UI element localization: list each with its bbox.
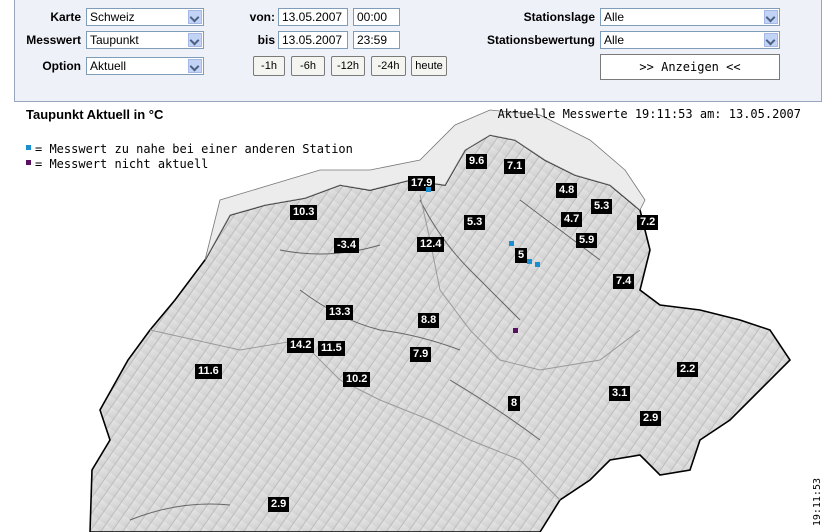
station-value[interactable]: 11.5 — [318, 341, 345, 356]
chevron-down-icon — [764, 33, 778, 47]
messwert-value: Taupunkt — [90, 33, 139, 47]
chevron-down-icon — [188, 10, 202, 24]
station-value[interactable]: 13.3 — [326, 305, 354, 320]
near-marker-icon — [426, 187, 431, 192]
option-value: Aktuell — [90, 59, 127, 73]
side-timestamp: 19:11:53 — [812, 478, 823, 527]
chevron-down-icon — [188, 59, 202, 73]
option-select[interactable]: Aktuell — [86, 57, 204, 75]
messwert-select[interactable]: Taupunkt — [86, 31, 204, 49]
karte-label: Karte — [50, 10, 81, 24]
bis-date-input[interactable]: 13.05.2007 — [278, 31, 348, 49]
station-value[interactable]: 9.6 — [466, 154, 488, 169]
stationslage-value: Alle — [604, 10, 625, 24]
station-value[interactable]: 4.8 — [556, 183, 578, 198]
stationslage-label: Stationslage — [523, 10, 595, 24]
station-value[interactable]: 11.6 — [195, 364, 222, 379]
station-value[interactable]: 14.2 — [287, 338, 315, 353]
station-value[interactable]: 5.3 — [464, 215, 486, 230]
station-value[interactable]: 7.9 — [410, 347, 432, 362]
station-value[interactable]: 2.9 — [640, 411, 662, 426]
karte-select[interactable]: Schweiz — [86, 8, 204, 26]
control-panel: Karte Schweiz Messwert Taupunkt Option A… — [14, 0, 822, 102]
station-value[interactable]: 5.3 — [591, 199, 613, 214]
near-marker-icon — [535, 262, 540, 267]
stationslage-select[interactable]: Alle — [600, 8, 780, 26]
station-value[interactable]: 8 — [508, 396, 521, 411]
station-value[interactable]: -3.4 — [334, 238, 359, 253]
stale-marker-icon — [513, 328, 518, 333]
stationsbewertung-value: Alle — [604, 33, 625, 47]
near-marker-icon — [527, 259, 532, 264]
stationsbewertung-select[interactable]: Alle — [600, 31, 780, 49]
near-marker-icon — [26, 145, 31, 150]
station-value[interactable]: 7.4 — [613, 274, 635, 289]
station-value[interactable]: 17.9 — [408, 176, 436, 191]
minus-12h-button[interactable]: -12h — [331, 56, 365, 76]
station-value[interactable]: 10.2 — [343, 372, 371, 387]
legend-near-text: = Messwert zu nahe bei einer anderen Sta… — [35, 142, 353, 156]
station-value[interactable]: 7.2 — [637, 215, 659, 230]
near-marker-icon — [509, 241, 514, 246]
heute-button[interactable]: heute — [411, 56, 447, 76]
stale-marker-icon — [26, 160, 31, 165]
station-value[interactable]: 4.7 — [561, 212, 583, 227]
minus-1h-button[interactable]: -1h — [253, 56, 285, 76]
chevron-down-icon — [764, 10, 778, 24]
messwert-label: Messwert — [26, 33, 81, 47]
station-value[interactable]: 8.8 — [418, 313, 440, 328]
legend-stale: = Messwert nicht aktuell — [26, 157, 208, 171]
von-time-input[interactable]: 00:00 — [353, 8, 400, 26]
anzeigen-button[interactable]: >> Anzeigen << — [600, 54, 780, 80]
von-label: von: — [249, 10, 275, 24]
timestamp-info: Aktuelle Messwerte 19:11:53 am: 13.05.20… — [497, 107, 801, 121]
option-label: Option — [42, 59, 81, 73]
minus-6h-button[interactable]: -6h — [291, 56, 325, 76]
von-date-input[interactable]: 13.05.2007 — [278, 8, 348, 26]
station-value[interactable]: 2.9 — [268, 497, 290, 512]
station-value[interactable]: 10.3 — [290, 205, 318, 220]
minus-24h-button[interactable]: -24h — [371, 56, 406, 76]
station-value[interactable]: 2.2 — [677, 362, 699, 377]
legend-near: = Messwert zu nahe bei einer anderen Sta… — [26, 142, 353, 156]
karte-value: Schweiz — [90, 10, 135, 24]
station-value[interactable]: 3.1 — [609, 386, 631, 401]
chevron-down-icon — [188, 33, 202, 47]
stationsbewertung-label: Stationsbewertung — [486, 33, 595, 47]
station-value[interactable]: 7.1 — [504, 159, 526, 174]
country-outline — [89, 134, 792, 532]
station-value[interactable]: 5.9 — [576, 233, 598, 248]
bis-time-input[interactable]: 23:59 — [353, 31, 400, 49]
station-value[interactable]: 12.4 — [417, 237, 445, 252]
page-title: Taupunkt Aktuell in °C — [26, 107, 164, 122]
legend-stale-text: = Messwert nicht aktuell — [35, 157, 209, 171]
bis-label: bis — [257, 33, 275, 47]
station-value[interactable]: 5 — [515, 248, 528, 263]
